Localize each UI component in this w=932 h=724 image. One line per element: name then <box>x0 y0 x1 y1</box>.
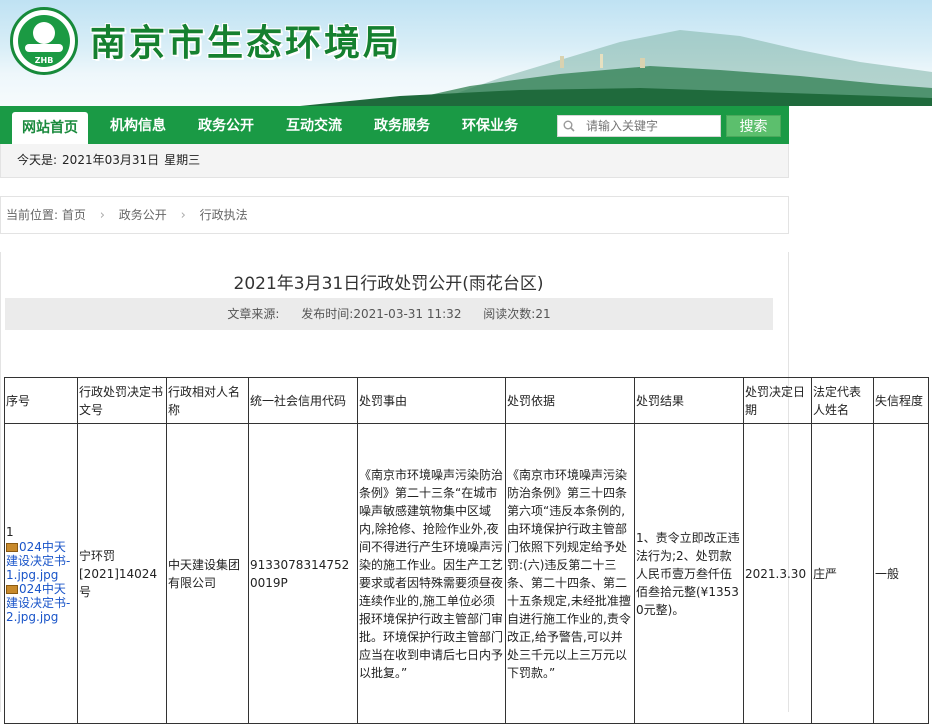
site-logo[interactable]: ZHB <box>10 7 78 75</box>
attachment-link-1[interactable]: 024中天建设决定书-1.jpg.jpg <box>6 541 76 583</box>
main-nav: 网站首页 机构信息 政务公开 互动交流 政务服务 环保业务 搜索 <box>0 106 789 144</box>
nav-item-environment[interactable]: 环保业务 <box>462 106 518 144</box>
nav-item-organization[interactable]: 机构信息 <box>110 106 166 144</box>
breadcrumb-government-affairs[interactable]: 政务公开 <box>119 208 167 222</box>
penalty-table: 序号 行政处罚决定书文号 行政相对人名称 统一社会信用代码 处罚事由 处罚依据 … <box>4 377 929 724</box>
attachment-link-2[interactable]: 024中天建设决定书-2.jpg.jpg <box>6 583 76 625</box>
image-file-icon <box>6 543 18 552</box>
logo-text: ZHB <box>34 56 54 65</box>
table-header-cell: 行政处罚决定书文号 <box>77 377 167 424</box>
search-button[interactable]: 搜索 <box>726 115 781 137</box>
current-date: 2021年03月31日 <box>62 153 160 167</box>
article-meta: 文章来源: 发布时间:2021-03-31 11:32 阅读次数:21 <box>5 298 773 330</box>
cell-reason: 《南京市环境噪声污染防治条例》第二十三条“在城市噪声敏感建筑物集中区域内,除抢修… <box>357 423 506 724</box>
search-icon <box>563 120 575 132</box>
current-weekday: 星期三 <box>164 153 201 167</box>
table-header-cell: 行政相对人名称 <box>166 377 249 424</box>
article-views: 阅读次数:21 <box>483 307 551 321</box>
article-title: 2021年3月31日行政处罚公开(雨花台区) <box>233 274 544 294</box>
cell-result: 1、责令立即改正违法行为;2、处罚款人民币壹万叁仟伍佰叁拾元整(¥13530元整… <box>634 423 744 724</box>
table-header-cell: 统一社会信用代码 <box>248 377 358 424</box>
breadcrumb-enforcement[interactable]: 行政执法 <box>200 208 248 222</box>
breadcrumb-prefix: 当前位置: <box>6 208 59 222</box>
article-source: 文章来源: <box>227 307 280 321</box>
views-count: 21 <box>535 307 551 321</box>
date-prefix: 今天是: <box>17 153 58 167</box>
cell-party-name: 中天建设集团有限公司 <box>166 423 249 724</box>
cell-legal-rep: 庄严 <box>811 423 874 724</box>
image-file-icon <box>6 585 18 594</box>
search-box <box>557 115 721 137</box>
site-banner: ZHB 南京市生态环境局 <box>0 0 932 106</box>
cell-doc-number: 宁环罚 [2021]14024号 <box>77 423 167 724</box>
nav-item-government-affairs[interactable]: 政务公开 <box>198 106 254 144</box>
table-header-cell: 处罚事由 <box>357 377 506 424</box>
table-row: 1 024中天建设决定书-1.jpg.jpg 024中天建设决定书-2.jpg.… <box>4 423 929 724</box>
table-header-cell: 处罚决定日期 <box>743 377 812 424</box>
cell-credit-level: 一般 <box>873 423 929 724</box>
table-header-cell: 处罚依据 <box>505 377 635 424</box>
table-header-cell: 失信程度 <box>873 377 929 424</box>
cell-index: 1 024中天建设决定书-1.jpg.jpg 024中天建设决定书-2.jpg.… <box>4 423 78 724</box>
cell-basis: 《南京市环境噪声污染防治条例》第三十四条第六项“违反本条例的,由环境保护行政主管… <box>505 423 635 724</box>
chevron-right-icon: › <box>180 208 186 223</box>
article-publish: 发布时间:2021-03-31 11:32 <box>301 307 462 321</box>
table-header-row: 序号 行政处罚决定书文号 行政相对人名称 统一社会信用代码 处罚事由 处罚依据 … <box>4 377 929 424</box>
chevron-right-icon: › <box>99 208 105 223</box>
site-title: 南京市生态环境局 <box>90 22 403 64</box>
nav-item-interaction[interactable]: 互动交流 <box>286 106 342 144</box>
publish-time: 2021-03-31 11:32 <box>353 307 462 321</box>
table-header-cell: 序号 <box>4 377 78 424</box>
date-line: 今天是: 2021年03月31日 星期三 <box>0 144 789 178</box>
cell-credit-code: 91330783147520019P <box>248 423 358 724</box>
nav-item-services[interactable]: 政务服务 <box>374 106 430 144</box>
cell-decision-date: 2021.3.30 <box>743 423 812 724</box>
nav-item-home[interactable]: 网站首页 <box>12 112 88 144</box>
breadcrumb-home[interactable]: 首页 <box>62 208 86 222</box>
table-header-cell: 处罚结果 <box>634 377 744 424</box>
search-input[interactable] <box>586 117 716 135</box>
table-header-cell: 法定代表人姓名 <box>811 377 874 424</box>
breadcrumb: 当前位置: 首页 › 政务公开 › 行政执法 <box>0 196 789 234</box>
